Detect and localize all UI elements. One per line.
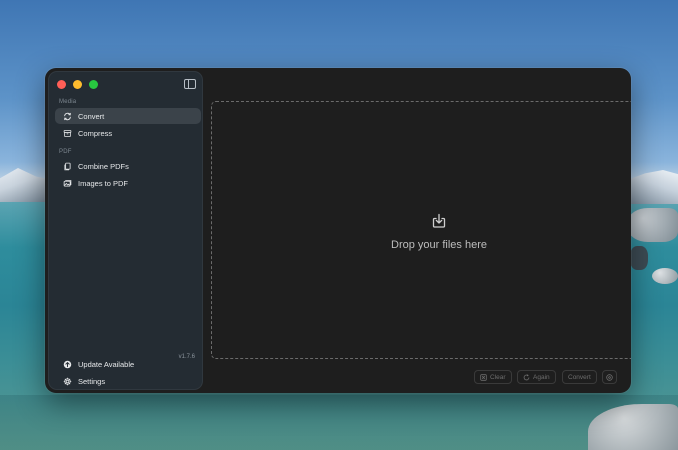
file-drop-zone[interactable]: Drop your files here xyxy=(211,101,631,359)
sidebar-item-label: Convert xyxy=(78,111,105,121)
version-label: v1.7.6 xyxy=(178,354,195,360)
photos-icon xyxy=(58,179,76,188)
minimize-window-button[interactable] xyxy=(73,80,82,89)
sidebar: Media Convert Compress PDF Combine PDFs … xyxy=(48,71,203,390)
sidebar-item-label: Combine PDFs xyxy=(78,161,129,171)
archive-box-icon xyxy=(58,129,76,138)
close-window-button[interactable] xyxy=(57,80,66,89)
app-window: Media Convert Compress PDF Combine PDFs … xyxy=(45,68,631,393)
update-available-label: Update Available xyxy=(78,359,135,369)
window-controls xyxy=(57,80,98,89)
main-content: Drop your files here Clear Again Convert xyxy=(207,71,631,390)
clear-button-label: Clear xyxy=(490,373,506,381)
update-arrow-icon xyxy=(58,360,76,369)
section-label-media: Media xyxy=(59,99,77,105)
section-label-pdf: PDF xyxy=(59,149,72,155)
convert-arrows-icon xyxy=(58,112,76,121)
wallpaper-water xyxy=(0,395,678,450)
sidebar-item-label: Settings xyxy=(78,376,106,386)
sidebar-toggle-icon[interactable] xyxy=(184,79,196,89)
sidebar-item-convert[interactable]: Convert xyxy=(55,108,201,124)
convert-button-label: Convert xyxy=(568,373,591,381)
wallpaper-rock xyxy=(628,208,678,242)
zoom-window-button[interactable] xyxy=(89,80,98,89)
circle-options-icon xyxy=(606,373,613,381)
sidebar-item-label: Images to PDF xyxy=(78,178,129,188)
wallpaper-rock xyxy=(630,246,648,270)
options-button[interactable] xyxy=(602,370,617,384)
again-button-label: Again xyxy=(533,373,550,381)
sidebar-item-images-to-pdf[interactable]: Images to PDF xyxy=(55,175,201,191)
refresh-icon xyxy=(523,373,530,380)
clear-icon xyxy=(480,373,487,381)
sidebar-item-compress[interactable]: Compress xyxy=(55,125,201,141)
again-button[interactable]: Again xyxy=(517,370,556,384)
sidebar-item-combine-pdfs[interactable]: Combine PDFs xyxy=(55,158,201,174)
convert-button[interactable]: Convert xyxy=(562,370,597,384)
bottom-toolbar: Clear Again Convert xyxy=(207,364,628,390)
wallpaper-rock xyxy=(652,268,678,284)
sidebar-item-label: Compress xyxy=(78,128,113,138)
gear-icon xyxy=(58,377,76,386)
documents-icon xyxy=(58,162,76,171)
sidebar-item-settings[interactable]: Settings xyxy=(55,373,201,389)
download-tray-icon xyxy=(432,213,446,228)
drop-files-label: Drop your files here xyxy=(391,239,487,251)
clear-button[interactable]: Clear xyxy=(474,370,512,384)
